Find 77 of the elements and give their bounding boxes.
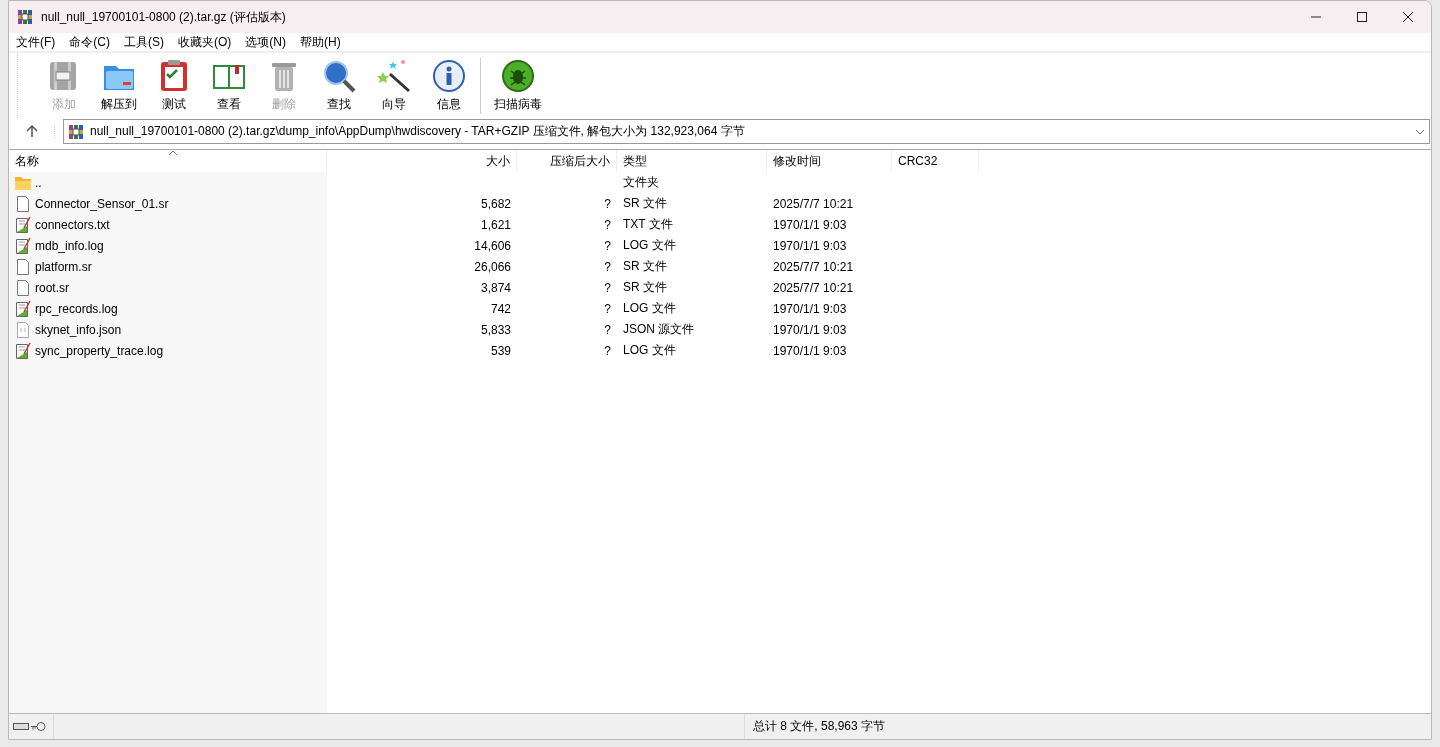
table-cell: 1,621	[480, 217, 511, 232]
table-cell: 26,066	[474, 259, 511, 274]
table-cell: 1970/1/1 9:03	[773, 343, 847, 358]
table-cell: 539	[490, 343, 511, 358]
magic-wand-icon	[375, 58, 412, 94]
menu-item[interactable]: 命令(C)	[62, 33, 117, 51]
window-title: null_null_19700101-0800 (2).tar.gz (评估版本)	[41, 8, 286, 26]
text-file-icon	[14, 299, 32, 318]
table-cell: SR 文件	[623, 196, 667, 210]
table-cell: LOG 文件	[623, 238, 676, 252]
text-file-icon	[14, 236, 32, 255]
archive-logo-icon	[68, 123, 84, 140]
file-name[interactable]: sync_property_trace.log	[35, 343, 164, 358]
key-icon	[31, 721, 46, 732]
menu-item[interactable]: 帮助(H)	[293, 33, 348, 51]
file-name[interactable]: ..	[35, 175, 42, 190]
table-cell: TXT 文件	[623, 217, 673, 231]
table-cell: LOG 文件	[623, 301, 676, 315]
menu-item[interactable]: 工具(S)	[117, 33, 171, 51]
table-cell: 2025/7/7 10:21	[773, 196, 854, 211]
table-cell: 2025/7/7 10:21	[773, 259, 854, 274]
table-cell: ?	[604, 217, 611, 232]
address-field[interactable]: null_null_19700101-0800 (2).tar.gz\dump_info\AppDump\hwdiscovery - TAR+GZIP 压缩文件, 解包大小为 132,923,064 字节	[63, 119, 1430, 144]
table-cell: 1970/1/1 9:03	[773, 217, 847, 232]
file-icon	[14, 257, 32, 276]
file-name[interactable]: connectors.txt	[35, 217, 110, 232]
table-cell: 文件夹	[623, 175, 659, 189]
status-text: 总计 8 文件, 58,963 字节	[752, 718, 886, 735]
drive-icon	[13, 721, 29, 732]
table-cell: ?	[604, 322, 611, 337]
json-file-icon	[14, 320, 32, 339]
table-cell: 742	[490, 301, 511, 316]
table-cell: LOG 文件	[623, 343, 676, 357]
file-name[interactable]: mdb_info.log	[35, 238, 104, 253]
text-file-icon	[14, 215, 32, 234]
file-icon	[14, 278, 32, 297]
file-name[interactable]: Connector_Sensor_01.sr	[35, 196, 169, 211]
table-cell: 1970/1/1 9:03	[773, 238, 847, 253]
archive-logo-icon	[17, 9, 33, 25]
up-arrow-icon	[25, 125, 38, 138]
table-cell: ?	[604, 343, 611, 358]
maximize-icon	[1357, 12, 1367, 22]
table-cell: 2025/7/7 10:21	[773, 280, 854, 295]
table-cell: 3,874	[480, 280, 511, 295]
table-cell: 5,833	[480, 322, 511, 337]
file-name[interactable]: rpc_records.log	[35, 301, 118, 316]
toolbar-button[interactable]: 查看	[201, 58, 256, 113]
toolbar-button[interactable]: 向导	[366, 58, 421, 113]
table-cell: SR 文件	[623, 280, 667, 294]
table-cell: 1970/1/1 9:03	[773, 301, 847, 316]
toolbar-button[interactable]: 扫描病毒	[485, 58, 550, 113]
table-cell: SR 文件	[623, 259, 667, 273]
table-cell: 1970/1/1 9:03	[773, 322, 847, 337]
table-cell: ?	[604, 259, 611, 274]
toolbar-button[interactable]: 解压到	[91, 58, 146, 113]
menu-item[interactable]: 选项(N)	[238, 33, 293, 51]
menu-item[interactable]: 收藏夹(O)	[171, 33, 239, 51]
table-cell: ?	[604, 238, 611, 253]
text-file-icon	[14, 341, 32, 360]
file-name[interactable]: root.sr	[35, 280, 69, 295]
toolbar-button[interactable]: 测试	[146, 58, 201, 113]
file-icon	[14, 194, 32, 213]
file-name[interactable]: platform.sr	[35, 259, 92, 274]
table-cell: ?	[604, 196, 611, 211]
table-cell: 5,682	[480, 196, 511, 211]
toolbar-button[interactable]: 信息	[421, 58, 476, 113]
table-cell: ?	[604, 301, 611, 316]
table-cell: JSON 源文件	[623, 322, 695, 336]
chevron-down-icon	[1415, 128, 1425, 135]
toolbar-button[interactable]: 查找	[311, 58, 366, 113]
table-cell: 14,606	[474, 238, 511, 253]
menu-item[interactable]: 文件(F)	[9, 33, 63, 51]
info-icon	[430, 58, 467, 94]
file-name[interactable]: skynet_info.json	[35, 322, 122, 337]
table-cell: ?	[604, 280, 611, 295]
bug-icon	[499, 58, 536, 94]
close-icon	[1403, 12, 1413, 22]
